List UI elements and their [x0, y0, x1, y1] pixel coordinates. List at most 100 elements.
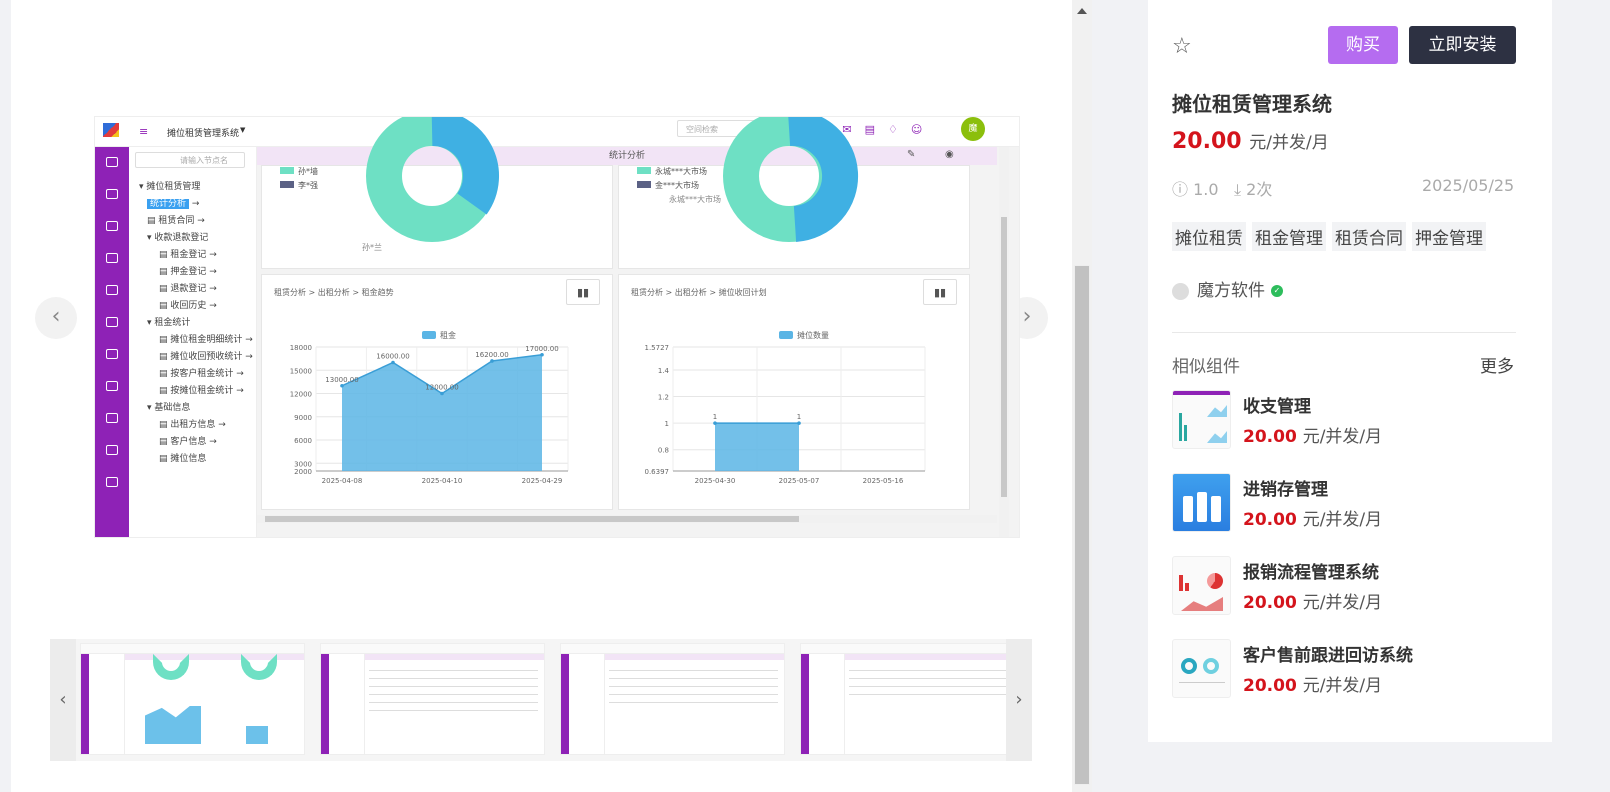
edit-icon[interactable]: ✎ [907, 149, 915, 160]
breadcrumb: 租赁分析 > 出租分析 > 租金趋势 [274, 288, 394, 297]
similar-name[interactable]: 客户售前跟进回访系统 [1243, 641, 1413, 666]
chart-icon[interactable] [106, 413, 118, 423]
tree-node[interactable]: ▤ 摊位收回预收统计 → [159, 349, 253, 362]
tree-node[interactable]: ▾ 基础信息 [147, 400, 190, 413]
thumbnail-1[interactable] [80, 643, 305, 755]
similar-thumbnail[interactable] [1172, 390, 1231, 449]
similar-item[interactable]: 客户售前跟进回访系统 20.00 元/并发/月 [1172, 639, 1516, 699]
tree-node[interactable]: ▤ 押金登记 → [159, 264, 217, 277]
similar-price: 20.00 元/并发/月 [1243, 593, 1383, 613]
preview-screenshot: ≡ 摊位租赁管理系统 ▼ 空间检索 ▢✉▤♢☺ 魔 请输入节点名 ▾ 摊位租赁管… [94, 116, 1020, 538]
similar-name[interactable]: 报销流程管理系统 [1243, 558, 1379, 583]
y-tick-label: 1.4 [658, 367, 670, 375]
similar-name[interactable]: 收支管理 [1243, 392, 1311, 417]
monitor-icon[interactable] [106, 189, 118, 199]
chart-type-button[interactable]: ▮▮ [923, 279, 957, 305]
document-icon[interactable] [106, 253, 118, 263]
tree-search-input[interactable]: 请输入节点名 [135, 152, 245, 168]
more-link[interactable]: 更多 [1480, 352, 1514, 377]
similar-thumbnail[interactable] [1172, 556, 1231, 615]
y-tick-label: 6000 [294, 437, 312, 445]
similar-price: 20.00 元/并发/月 [1243, 676, 1383, 696]
tree-node[interactable]: ▤ 退款登记 → [159, 281, 217, 294]
data-label: 1 [797, 413, 801, 421]
data-point [540, 352, 544, 357]
rent-trend-chart: 租金 20003000 6000 9000 12000 15000 18000 13000.0… [290, 330, 569, 485]
similar-thumbnail[interactable] [1172, 473, 1231, 532]
prev-image-button[interactable]: ‹ [35, 297, 77, 339]
tree-node[interactable]: ▤ 摊位信息 [159, 451, 206, 464]
y-tick-label: 3000 [294, 460, 312, 468]
install-button[interactable]: 立即安装 [1409, 26, 1516, 64]
tree-node[interactable]: ▤ 收回历史 → [159, 298, 217, 311]
y-tick-label: 1.2 [658, 394, 669, 402]
avatar[interactable]: 魔 [961, 117, 985, 141]
home-icon[interactable] [106, 157, 118, 167]
x-tick-label: 2025-05-07 [779, 477, 820, 485]
data-point [391, 360, 395, 365]
tag[interactable]: 租赁合同 [1332, 222, 1406, 251]
tree-node[interactable]: ▤ 客户信息 → [159, 434, 217, 447]
tree-node[interactable]: ▤ 按客户租金统计 → [159, 366, 244, 379]
tag[interactable]: 押金管理 [1412, 222, 1486, 251]
caret-down-icon[interactable]: ▼ [240, 126, 245, 134]
download-count: ⤓ 2次 [1234, 180, 1273, 199]
tag[interactable]: 摊位租赁 [1172, 222, 1246, 251]
donut-card-right: 永城***大市场 金***大市场 永城***大市场 [618, 117, 970, 269]
similar-item[interactable]: 报销流程管理系统 20.00 元/并发/月 [1172, 556, 1516, 616]
legend-swatch [779, 331, 793, 339]
area-fill [715, 423, 799, 471]
page-scrollbar[interactable] [1072, 0, 1092, 792]
thumbnail-3[interactable] [560, 643, 785, 755]
verified-icon: ✓ [1271, 285, 1283, 297]
image-icon[interactable] [106, 349, 118, 359]
menu-toggle-icon[interactable]: ≡ [139, 125, 148, 138]
chart-type-button[interactable]: ▮▮ [566, 279, 600, 305]
data-point [797, 421, 801, 425]
horizontal-scrollbar[interactable] [257, 515, 997, 523]
org-icon[interactable] [106, 285, 118, 295]
donut-chart [366, 117, 499, 242]
thumb-next-button[interactable]: › [1006, 639, 1032, 761]
thumbnail-strip: ‹ › [50, 639, 1032, 761]
tree-node-selected[interactable]: 统计分析 → [147, 196, 199, 209]
donut-slice [431, 117, 499, 215]
tree-node[interactable]: ▤ 租赁合同 → [147, 213, 205, 226]
dashboard-scrollbar[interactable] [999, 147, 1009, 537]
tree-node[interactable]: ▾ 租金统计 [147, 315, 190, 328]
similar-item[interactable]: 进销存管理 20.00 元/并发/月 [1172, 473, 1516, 533]
legend-item: 孙*墙 [280, 166, 318, 177]
flow-icon[interactable] [106, 445, 118, 455]
legend-item: 金***大市场 [637, 180, 699, 191]
data-label: 16000.00 [376, 353, 409, 361]
tree-node[interactable]: ▤ 租金登记 → [159, 247, 217, 260]
donut-card-left: 孙*墙 李*强 孙*兰 [261, 117, 613, 269]
favorite-star-icon[interactable]: ☆ [1172, 34, 1192, 59]
scroll-up-arrow-icon[interactable] [1077, 8, 1087, 14]
info-icon: ⓘ [1172, 180, 1189, 199]
y-tick-label: 12000 [290, 391, 312, 399]
thumbnail-4[interactable] [800, 643, 1025, 755]
scroll-thumb[interactable] [1074, 265, 1090, 785]
tag-list: 摊位租赁 租金管理 租赁合同 押金管理 [1172, 222, 1486, 251]
tree-node[interactable]: ▾ 摊位租赁管理 [139, 179, 200, 192]
tree-node[interactable]: ▾ 收款退款登记 [147, 230, 208, 243]
screen-icon[interactable] [106, 381, 118, 391]
settings-icon[interactable] [106, 477, 118, 487]
dashboard-area: 统计分析 ✎ ◉ 孙*墙 李*强 孙*兰 永城***大市场 金***大市场 永城… [257, 117, 1019, 537]
tree-node[interactable]: ▤ 摊位租金明细统计 → [159, 332, 253, 345]
clipboard-icon[interactable] [106, 221, 118, 231]
share-icon[interactable] [106, 317, 118, 327]
author[interactable]: 魔方软件 ✓ [1172, 276, 1283, 301]
tag[interactable]: 租金管理 [1252, 222, 1326, 251]
eye-icon[interactable]: ◉ [945, 149, 954, 160]
tree-node[interactable]: ▤ 按摊位租金统计 → [159, 383, 244, 396]
similar-thumbnail[interactable] [1172, 639, 1231, 698]
similar-item[interactable]: 收支管理 20.00 元/并发/月 [1172, 390, 1516, 450]
data-label: 12000.00 [425, 384, 458, 392]
similar-name[interactable]: 进销存管理 [1243, 475, 1328, 500]
buy-button[interactable]: 购买 [1328, 26, 1398, 64]
thumbnail-2[interactable] [320, 643, 545, 755]
tree-node[interactable]: ▤ 出租方信息 → [159, 417, 226, 430]
thumb-prev-button[interactable]: ‹ [50, 639, 76, 761]
